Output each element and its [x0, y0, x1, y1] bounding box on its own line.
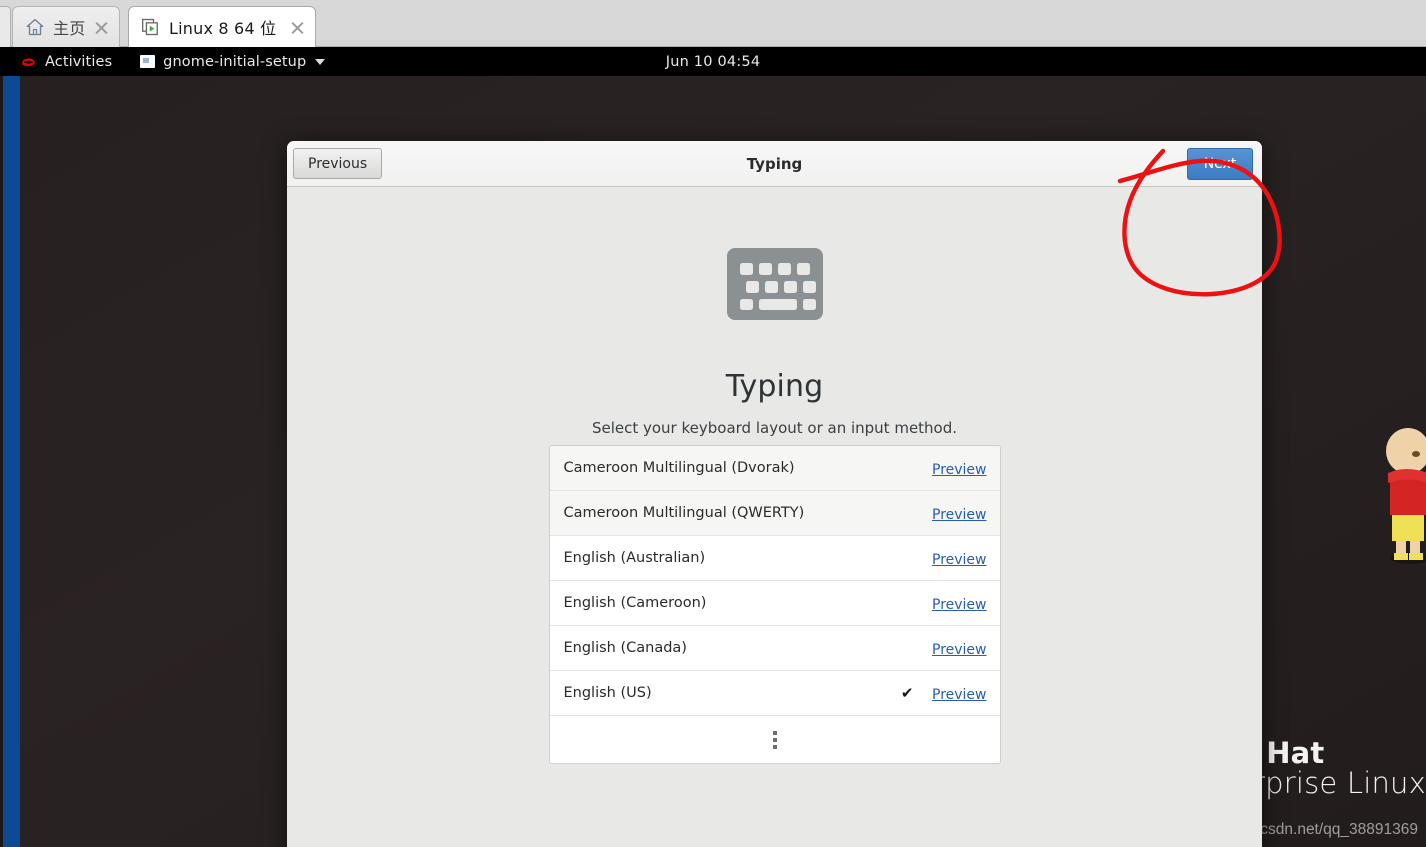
- list-item[interactable]: English (Canada) ✔ Preview: [549, 626, 1000, 671]
- vm-tab-linux8[interactable]: Linux 8 64 位: [128, 6, 316, 47]
- preview-link[interactable]: Preview: [932, 462, 987, 478]
- vm-tab-bar: 主页 Linux 8 64 位: [0, 0, 1426, 48]
- page-subheading: Select your keyboard layout or an input …: [591, 419, 958, 437]
- redhat-logo-icon: [21, 57, 35, 66]
- tab-bar-left-stub: [0, 6, 11, 48]
- cartoon-character-icon: [1386, 428, 1426, 564]
- vm-tab-home[interactable]: 主页: [12, 6, 120, 47]
- dialog-body: Typing Select your keyboard layout or an…: [287, 187, 1262, 847]
- preview-cell: Preview: [931, 594, 987, 613]
- preview-cell: Preview: [931, 639, 987, 658]
- chevron-down-icon: [315, 58, 326, 65]
- list-item-selected[interactable]: English (US) ✔ Preview: [549, 671, 1000, 716]
- app-menu-button[interactable]: gnome-initial-setup: [140, 47, 326, 76]
- keyboard-icon-wrapper: [726, 248, 823, 324]
- layout-name: English (US): [563, 685, 652, 701]
- keyboard-icon: [726, 248, 823, 320]
- clock[interactable]: Jun 10 04:54: [666, 54, 761, 70]
- preview-cell: Preview: [931, 684, 987, 703]
- activities-label: Activities: [45, 53, 113, 70]
- list-item[interactable]: English (Cameroon) ✔ Preview: [549, 581, 1000, 626]
- layout-name: English (Cameroon): [563, 595, 707, 611]
- input-source-list[interactable]: Cameroon Multilingual (Dvorak) ✔ Preview…: [548, 445, 1001, 764]
- preview-link[interactable]: Preview: [932, 597, 987, 613]
- layout-name: Cameroon Multilingual (QWERTY): [563, 505, 805, 521]
- list-item[interactable]: English (Australian) ✔ Preview: [549, 536, 1000, 581]
- close-icon[interactable]: [289, 19, 306, 36]
- preview-cell: Preview: [931, 459, 987, 478]
- next-button[interactable]: Next: [1187, 147, 1253, 180]
- preview-cell: Preview: [931, 504, 987, 523]
- gnome-initial-setup-window: Previous Typing Next Typing Select your …: [287, 141, 1262, 847]
- virtual-machine-icon: [142, 18, 158, 36]
- rhel-brand-watermark: d Hat erprise Linux: [1234, 735, 1426, 801]
- preview-link[interactable]: Preview: [932, 552, 987, 568]
- rhel-brand-line1: d Hat: [1234, 735, 1325, 770]
- page-heading: Typing: [725, 369, 824, 404]
- gnome-top-panel: Activities gnome-initial-setup Jun 10 04…: [0, 47, 1426, 76]
- show-more-row[interactable]: [549, 716, 1000, 763]
- close-icon[interactable]: [93, 19, 110, 36]
- selected-check-icon: ✔: [900, 684, 914, 702]
- list-item[interactable]: Cameroon Multilingual (Dvorak) ✔ Preview: [549, 446, 1000, 491]
- activities-button[interactable]: Activities: [16, 47, 116, 76]
- preview-link[interactable]: Preview: [932, 642, 987, 658]
- previous-button[interactable]: Previous: [293, 148, 383, 179]
- app-menu-label: gnome-initial-setup: [163, 53, 307, 70]
- preview-link[interactable]: Preview: [932, 507, 987, 523]
- desktop-wallpaper: d Hat erprise Linux https://blog.csdn.ne…: [0, 76, 1426, 847]
- list-item[interactable]: Cameroon Multilingual (QWERTY) ✔ Preview: [549, 491, 1000, 536]
- vm-tab-home-label: 主页: [53, 19, 86, 38]
- layout-name: Cameroon Multilingual (Dvorak): [563, 460, 795, 476]
- layout-name: English (Australian): [563, 550, 706, 566]
- home-icon: [26, 19, 44, 36]
- gnome-dash-strip[interactable]: [3, 76, 20, 847]
- dialog-header-bar: Previous Typing Next: [287, 141, 1262, 187]
- preview-link[interactable]: Preview: [932, 687, 987, 703]
- layout-name: English (Canada): [563, 640, 687, 656]
- rhel-brand-line2: erprise Linux: [1234, 766, 1426, 801]
- guest-os-screen: Activities gnome-initial-setup Jun 10 04…: [0, 47, 1426, 847]
- preview-cell: Preview: [931, 549, 987, 568]
- vertical-ellipsis-icon: [773, 730, 777, 749]
- application-icon: [140, 55, 156, 68]
- dialog-title: Typing: [746, 154, 803, 173]
- vm-tab-linux8-label: Linux 8 64 位: [169, 19, 277, 38]
